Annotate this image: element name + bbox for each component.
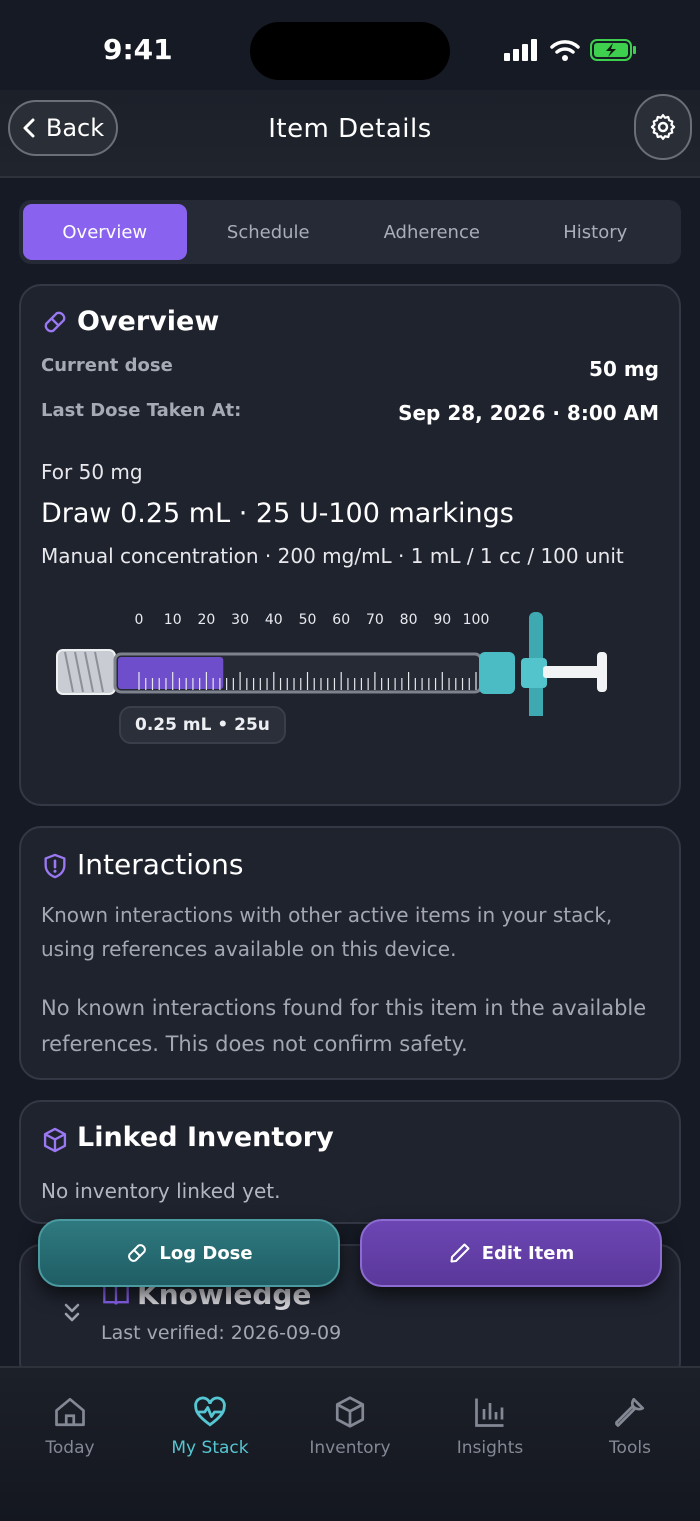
tabbar-label: My Stack xyxy=(171,1438,249,1458)
syringe-tick-label: 20 xyxy=(197,612,215,628)
pill-icon xyxy=(44,311,66,333)
knowledge-verified: Last verified: 2026-09-09 xyxy=(101,1322,342,1344)
syringe-tick-label: 100 xyxy=(463,612,490,628)
tabbar-item-tools[interactable]: Tools xyxy=(560,1368,700,1521)
syringe-tick-label: 50 xyxy=(299,612,317,628)
gear-icon xyxy=(650,114,676,140)
tabbar-item-today[interactable]: Today xyxy=(0,1368,140,1521)
segment-tabs: Overview Schedule Adherence History xyxy=(19,200,681,264)
edit-item-label: Edit Item xyxy=(481,1242,575,1264)
syringe-tick-label: 70 xyxy=(366,612,384,628)
tab-schedule[interactable]: Schedule xyxy=(187,204,351,260)
edit-item-button[interactable]: Edit Item xyxy=(360,1219,662,1287)
current-dose-value: 50 mg xyxy=(589,357,659,381)
syringe-tick-label: 80 xyxy=(400,612,418,628)
settings-button[interactable] xyxy=(634,94,692,160)
bottom-tab-bar: Today My Stack Inventory Insights Tools xyxy=(0,1366,700,1521)
tabbar-item-my-stack[interactable]: My Stack xyxy=(140,1368,280,1521)
syringe-tick-label: 40 xyxy=(265,612,283,628)
status-time: 9:41 xyxy=(103,33,173,66)
interactions-card: Interactions Known interactions with oth… xyxy=(19,826,681,1080)
shield-alert-icon xyxy=(44,853,66,879)
tabbar-item-inventory[interactable]: Inventory xyxy=(280,1368,420,1521)
tab-history[interactable]: History xyxy=(514,204,678,260)
tab-overview[interactable]: Overview xyxy=(23,204,187,260)
draw-instruction: Draw 0.25 mL · 25 U-100 markings xyxy=(41,498,514,529)
wrench-icon xyxy=(615,1397,645,1427)
syringe-tick-label: 10 xyxy=(164,612,182,628)
page-title: Item Details xyxy=(268,114,432,144)
syringe-illustration: 0 10 20 30 40 50 60 70 80 90 100 xyxy=(56,612,607,716)
box-icon xyxy=(335,1396,365,1428)
interactions-description: Known interactions with other active ite… xyxy=(41,903,613,961)
bar-chart-icon xyxy=(475,1398,504,1427)
signal-icon xyxy=(504,39,537,61)
concentration-text: Manual concentration · 200 mg/mL · 1 mL … xyxy=(41,544,624,568)
tabbar-label: Tools xyxy=(609,1438,651,1458)
pencil-icon xyxy=(450,1243,470,1263)
tabbar-label: Inventory xyxy=(309,1438,391,1458)
current-dose-label: Current dose xyxy=(41,355,173,376)
overview-card: Overview Current dose 50 mg Last Dose Ta… xyxy=(19,284,681,806)
inventory-title: Linked Inventory xyxy=(77,1122,334,1153)
chevrons-down-icon xyxy=(64,1303,80,1322)
tabbar-label: Today xyxy=(45,1438,95,1458)
syringe-tick-label: 90 xyxy=(433,612,451,628)
tab-adherence[interactable]: Adherence xyxy=(350,204,514,260)
heart-pulse-icon xyxy=(194,1396,226,1427)
inventory-status: No inventory linked yet. xyxy=(41,1179,281,1203)
dose-badge: 0.25 mL • 25u xyxy=(119,706,286,744)
tabbar-item-insights[interactable]: Insights xyxy=(420,1368,560,1521)
wifi-icon xyxy=(550,40,580,61)
for-dose-text: For 50 mg xyxy=(41,460,143,484)
pill-icon xyxy=(128,1244,147,1262)
interactions-status: No known interactions found for this ite… xyxy=(41,996,647,1056)
log-dose-label: Log Dose xyxy=(159,1242,253,1264)
syringe-tick-label: 60 xyxy=(332,612,350,628)
cube-icon xyxy=(43,1127,67,1153)
system-icons xyxy=(504,38,638,62)
interactions-title: Interactions xyxy=(77,848,244,881)
tabbar-label: Insights xyxy=(456,1438,524,1458)
status-bar: 9:41 xyxy=(0,0,700,90)
syringe-tick-label: 0 xyxy=(135,612,144,628)
log-dose-button[interactable]: Log Dose xyxy=(38,1219,340,1287)
last-dose-value: Sep 28, 2026 · 8:00 AM xyxy=(398,401,659,425)
overview-title: Overview xyxy=(77,306,220,337)
dynamic-island xyxy=(250,22,450,80)
home-icon xyxy=(55,1397,85,1427)
syringe-tick-label: 30 xyxy=(231,612,249,628)
last-dose-label: Last Dose Taken At: xyxy=(41,400,242,421)
syringe-fill xyxy=(118,657,224,689)
nav-header: Back Item Details xyxy=(0,90,700,178)
linked-inventory-card: Linked Inventory No inventory linked yet… xyxy=(19,1100,681,1224)
battery-icon xyxy=(590,39,636,61)
